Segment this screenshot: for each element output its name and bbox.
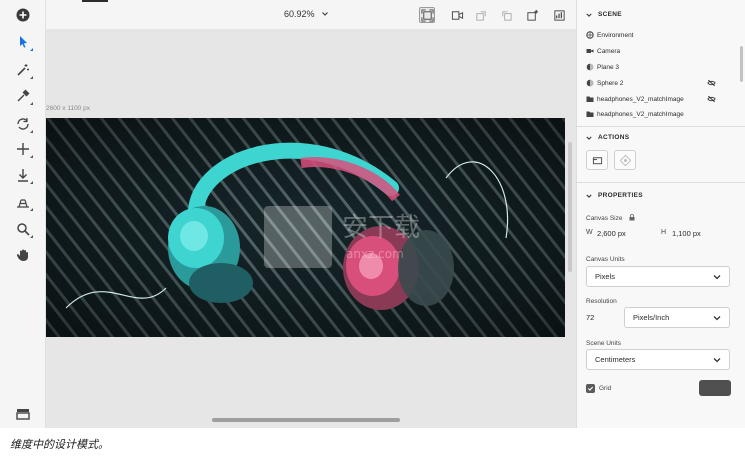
scene-item-environment[interactable]: Environment [586,29,736,41]
canvas-units-value: Pixels [595,272,616,281]
scene-item-label: headphones_V2_matchImage [597,95,684,103]
section-divider [577,182,745,183]
undo-view-icon[interactable] [473,7,489,23]
move-icon[interactable] [11,139,35,159]
drop-to-ground-icon[interactable] [11,165,35,185]
scene-item-sphere-2[interactable]: Sphere 2 [586,77,736,89]
active-tab-indicator [82,0,108,2]
scene-item-camera[interactable]: Camera [586,45,736,57]
section-divider [577,126,745,127]
canvas-size-label-text: Canvas Size [586,215,623,222]
scene-item-headphones-2[interactable]: headphones_V2_matchImage [586,108,736,120]
match-image-action-button[interactable] [614,150,636,170]
chevron-down-icon [586,136,592,140]
camera-bookmark-icon[interactable] [449,7,465,23]
scene-item-label: Plane 3 [597,63,620,71]
scene-title: SCENE [598,11,622,18]
right-panel: SCENE Environment Camera Plane 3 Sphere … [576,0,745,428]
resolution-input[interactable]: 72 [586,313,594,322]
match-image-icon [619,154,631,166]
select-arrow-icon[interactable] [11,32,35,52]
chevron-down-icon [586,13,592,17]
checkmark-icon [587,386,594,391]
canvas-size-label: Canvas Size [586,214,635,222]
scene-item-headphones-1[interactable]: headphones_V2_matchImage [586,93,736,105]
horizontal-scrollbar[interactable] [212,418,400,422]
scene-item-label: Sphere 2 [597,79,624,87]
environment-icon [586,31,594,39]
image-caption: 维度中的设计模式。 [10,438,109,451]
scene-units-value: Centimeters [595,355,636,364]
left-toolbar [0,0,46,428]
vertical-scrollbar[interactable] [568,142,572,272]
zoom-value: 60.92% [284,9,315,19]
chevron-down-icon [713,358,721,363]
grid-placement-icon[interactable] [11,192,35,212]
panel-scrollbar[interactable] [740,46,743,82]
visibility-hidden-icon[interactable] [707,95,716,103]
properties-section-header[interactable]: PROPERTIES [586,192,643,199]
resolution-units-value: Pixels/Inch [633,313,670,322]
canvas-viewport[interactable]: 2600 x 1100 px 安下载 anxz.com [46,30,576,428]
frame-icon[interactable] [419,7,435,23]
lock-icon[interactable] [629,214,635,221]
resolution-label: Resolution [586,298,617,305]
height-input[interactable]: 1,100 px [672,229,701,238]
actions-title: ACTIONS [598,134,630,141]
scene-item-label: Environment [597,31,634,39]
artboard-render[interactable]: 安下载 anxz.com [46,118,565,337]
canvas-size-icon [592,156,602,164]
scene-item-label: Camera [597,47,621,55]
redo-view-icon[interactable] [498,7,514,23]
grid-checkbox[interactable] [586,384,595,393]
resolution-units-dropdown[interactable]: Pixels/Inch [624,307,730,328]
camera-icon [586,47,594,55]
width-label: W [586,229,593,236]
actions-section-header[interactable]: ACTIONS [586,134,629,141]
layers-panel-icon[interactable] [11,404,35,424]
material-sphere-icon [586,63,594,71]
scene-item-label: headphones_V2_matchImage [597,110,684,118]
canvas-units-label: Canvas Units [586,256,625,263]
magic-wand-icon[interactable] [11,60,35,80]
material-sphere-icon [586,79,594,87]
scene-section-header[interactable]: SCENE [586,11,622,18]
scene-units-label: Scene Units [586,340,622,347]
scene-item-plane-3[interactable]: Plane 3 [586,61,736,73]
grid-label: Grid [599,385,612,392]
orbit-icon[interactable] [11,114,35,134]
scene-units-dropdown[interactable]: Centimeters [586,349,730,370]
render-icon[interactable] [551,7,567,23]
svg-text:anxz.com: anxz.com [346,247,404,261]
headphones-render-image: 安下载 anxz.com [46,118,565,337]
add-circle-icon[interactable] [11,5,35,25]
svg-text:安下载: 安下载 [342,213,420,243]
chevron-down-icon [321,12,328,16]
pan-hand-icon[interactable] [11,245,35,265]
eyedropper-icon[interactable] [11,86,35,106]
zoom-dropdown[interactable]: 60.92% [284,9,329,19]
canvas-topbar: 60.92% [46,0,576,30]
canvas-dimensions-label: 2600 x 1100 px [46,105,90,112]
canvas-size-action-button[interactable] [586,150,608,170]
folder-icon [586,110,594,118]
chevron-down-icon [713,275,721,280]
grid-color-swatch[interactable] [699,380,731,396]
canvas-units-dropdown[interactable]: Pixels [586,266,730,287]
chevron-down-icon [586,194,592,198]
light-icon[interactable] [524,7,540,23]
zoom-icon[interactable] [11,219,35,239]
height-label: H [661,229,667,236]
folder-icon [586,95,594,103]
properties-title: PROPERTIES [598,192,643,199]
visibility-hidden-icon[interactable] [707,79,716,87]
width-input[interactable]: 2,600 px [597,229,626,238]
chevron-down-icon [713,316,721,321]
